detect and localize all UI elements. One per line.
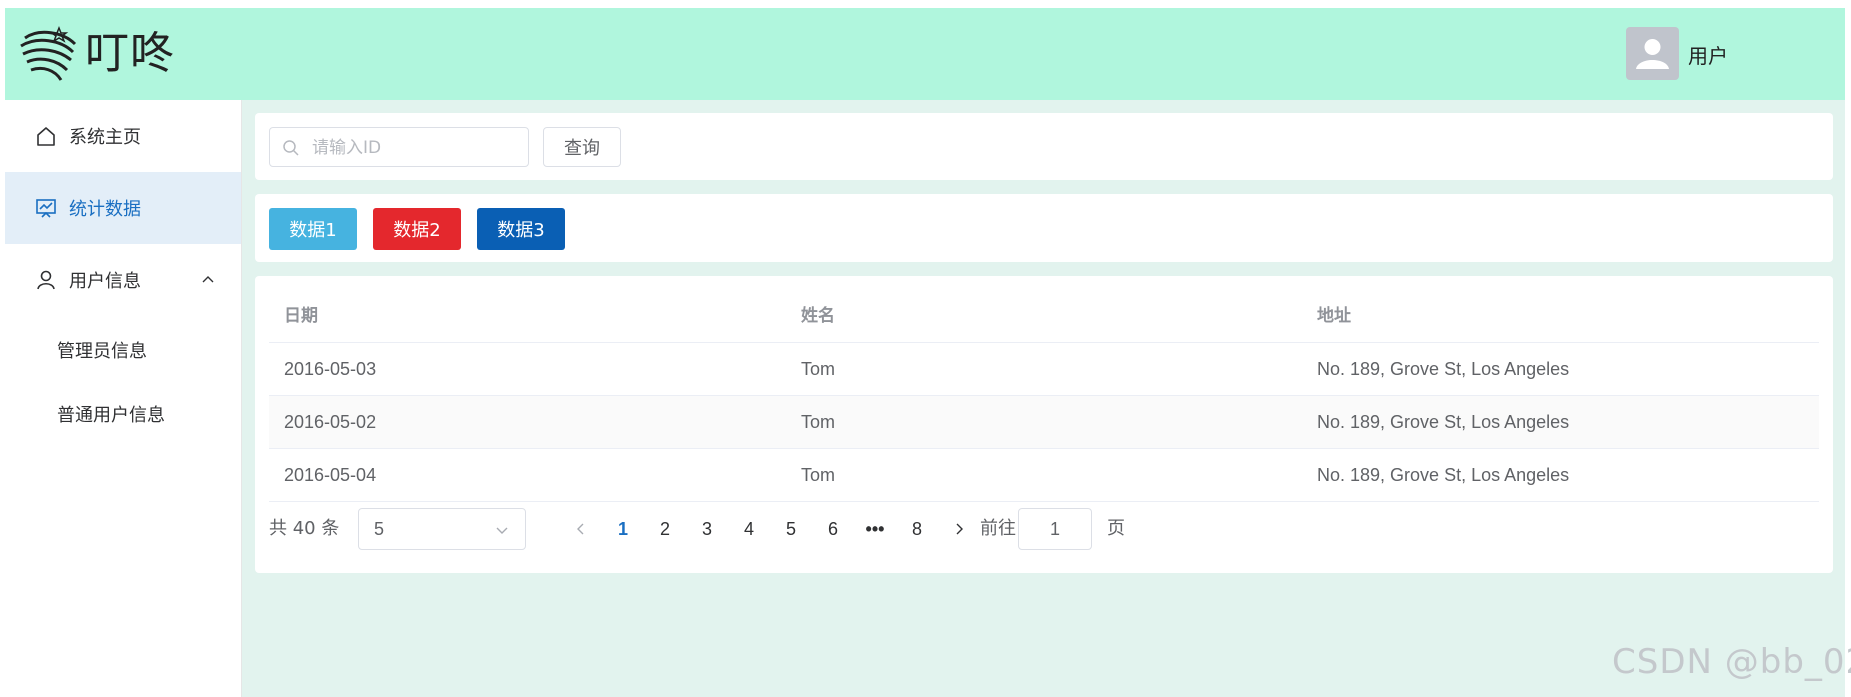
window-edge: [1845, 0, 1851, 697]
page-size-value: 5: [374, 519, 385, 539]
app-frame: 叮咚 用户 系统主页 统计数据 用户信息 管理员信息 普通用户信息 请输入ID …: [5, 8, 1845, 697]
user-icon: [35, 269, 57, 291]
cell-name: Tom: [801, 465, 836, 485]
cell-address: No. 189, Grove St, Los Angeles: [1317, 412, 1570, 432]
column-header-address[interactable]: 地址: [1317, 290, 1351, 342]
watermark: CSDN @bb_02: [1612, 642, 1851, 682]
column-header-name[interactable]: 姓名: [801, 290, 835, 342]
data2-button[interactable]: 数据2: [373, 208, 461, 250]
page-number[interactable]: 1: [608, 508, 638, 550]
user-avatar-icon: [1636, 39, 1669, 69]
pagination: 共 40 条 5 1 2 3 4 5 6 ••• 8 前往 页: [269, 508, 1819, 550]
data-buttons-card: 数据1 数据2 数据3: [255, 194, 1833, 262]
header: 叮咚 用户: [5, 8, 1845, 100]
chart-icon: [35, 197, 57, 219]
page-number[interactable]: 4: [734, 508, 764, 550]
prev-page-button[interactable]: [566, 508, 596, 550]
table-row[interactable]: 2016-05-04 Tom No. 189, Grove St, Los An…: [269, 449, 1819, 502]
total-count: 共 40 条: [269, 518, 340, 539]
search-card: 查询: [255, 113, 1833, 180]
chevron-up-icon: [202, 276, 214, 283]
search-icon: [283, 140, 299, 156]
user-name[interactable]: 用户: [1688, 40, 1728, 69]
cell-date: 2016-05-02: [284, 412, 377, 432]
page-number[interactable]: 3: [692, 508, 722, 550]
search-box[interactable]: [269, 127, 529, 167]
sidebar-item-user-info[interactable]: 用户信息: [5, 244, 241, 316]
avatar[interactable]: [1626, 27, 1679, 80]
sidebar-subitem-admin-info[interactable]: 管理员信息: [5, 318, 241, 382]
sidebar-item-home[interactable]: 系统主页: [5, 100, 241, 172]
cell-date: 2016-05-04: [284, 465, 377, 485]
logo-icon: [20, 25, 77, 81]
sidebar-item-label: 统计数据: [69, 199, 141, 220]
cell-name: Tom: [801, 412, 836, 432]
query-button[interactable]: 查询: [543, 127, 621, 167]
next-page-button[interactable]: [944, 508, 974, 550]
sidebar-item-label: 系统主页: [69, 127, 141, 148]
data1-button[interactable]: 数据1: [269, 208, 357, 250]
data3-button[interactable]: 数据3: [477, 208, 565, 250]
chevron-down-icon: [496, 527, 508, 534]
table-header: 日期 姓名 地址: [269, 290, 1819, 343]
table-row[interactable]: 2016-05-03 Tom No. 189, Grove St, Los An…: [269, 343, 1819, 396]
table-card: 日期 姓名 地址 2016-05-03 Tom No. 189, Grove S…: [255, 276, 1833, 573]
sidebar-item-label: 用户信息: [69, 271, 141, 292]
more-pages-button[interactable]: •••: [860, 508, 890, 550]
page-number[interactable]: 8: [902, 508, 932, 550]
chevron-right-icon: [956, 523, 963, 535]
cell-address: No. 189, Grove St, Los Angeles: [1317, 465, 1570, 485]
data-table: 日期 姓名 地址 2016-05-03 Tom No. 189, Grove S…: [269, 290, 1819, 502]
home-icon: [35, 125, 57, 147]
cell-date: 2016-05-03: [284, 359, 377, 379]
chevron-left-icon: [577, 523, 584, 535]
page-number[interactable]: 5: [776, 508, 806, 550]
logo-text: 叮咚: [85, 28, 175, 79]
goto-page-input[interactable]: [1018, 508, 1092, 550]
goto-label: 前往: [980, 518, 1016, 539]
column-header-date[interactable]: 日期: [284, 290, 318, 342]
goto-suffix: 页: [1107, 518, 1125, 539]
sidebar-subitem-user-info[interactable]: 普通用户信息: [5, 382, 241, 446]
cell-address: No. 189, Grove St, Los Angeles: [1317, 359, 1570, 379]
table-row[interactable]: 2016-05-02 Tom No. 189, Grove St, Los An…: [269, 396, 1819, 449]
sidebar-subitem-label: 普通用户信息: [57, 405, 165, 426]
search-input[interactable]: [310, 134, 524, 162]
page-number[interactable]: 2: [650, 508, 680, 550]
page-size-select[interactable]: 5: [358, 508, 526, 550]
sidebar-subitem-label: 管理员信息: [57, 341, 147, 362]
cell-name: Tom: [801, 359, 836, 379]
sidebar-item-statistics[interactable]: 统计数据: [5, 172, 241, 244]
sidebar: 系统主页 统计数据 用户信息 管理员信息 普通用户信息: [5, 100, 242, 697]
page-number[interactable]: 6: [818, 508, 848, 550]
